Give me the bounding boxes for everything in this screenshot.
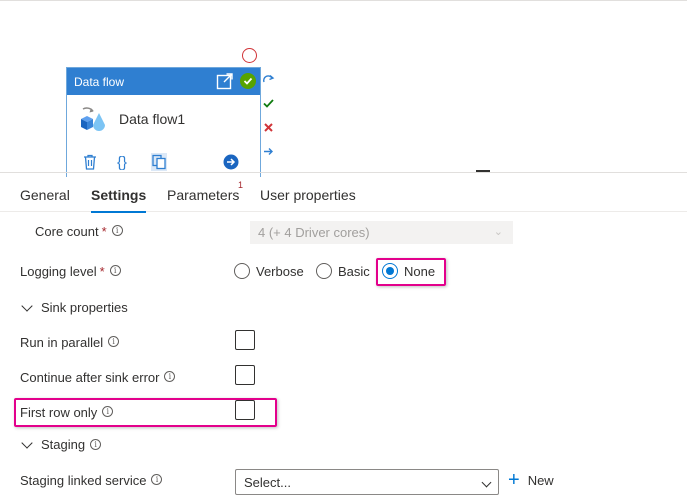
run-in-parallel-label: Run in parallel i	[20, 335, 120, 350]
tab-general[interactable]: General	[20, 187, 70, 211]
info-icon[interactable]: i	[109, 265, 121, 276]
annotation-highlight-first-row	[14, 398, 277, 427]
success-connector-icon[interactable]	[262, 97, 275, 110]
run-in-parallel-checkbox[interactable]	[235, 330, 255, 350]
logging-radio-basic[interactable]: Basic	[316, 263, 370, 279]
continue-after-sink-error-label: Continue after sink error i	[20, 370, 176, 385]
data-flow-icon	[81, 107, 105, 131]
status-success-icon	[240, 73, 256, 89]
new-linked-service-button[interactable]: + New	[508, 469, 554, 491]
pipeline-canvas[interactable]: Data flow Data flow1 {}	[0, 0, 687, 177]
info-icon[interactable]: i	[108, 336, 120, 347]
tab-settings[interactable]: Settings	[91, 187, 147, 213]
open-external-icon[interactable]	[216, 72, 234, 90]
core-count-label: Core count * i	[35, 224, 123, 239]
core-count-select: 4 (+ 4 Driver cores) ⌄	[250, 221, 513, 244]
tab-user-properties[interactable]: User properties	[260, 187, 356, 211]
navigate-arrow-icon[interactable]	[223, 153, 239, 171]
logging-radio-verbose[interactable]: Verbose	[234, 263, 304, 279]
skip-connector-icon[interactable]	[262, 73, 275, 86]
info-icon[interactable]: i	[151, 474, 163, 485]
chevron-down-icon	[21, 299, 33, 312]
logging-level-label: Logging level * i	[20, 264, 121, 279]
code-braces-icon[interactable]: {}	[117, 153, 127, 171]
radio-circle[interactable]	[234, 263, 250, 279]
node-toolbar: {}	[83, 153, 253, 173]
error-indicator-icon	[242, 48, 257, 63]
activity-name: Data flow1	[119, 111, 186, 127]
data-flow-activity-node[interactable]: Data flow Data flow1 {}	[66, 67, 261, 177]
info-icon[interactable]: i	[90, 439, 102, 450]
radio-circle[interactable]	[316, 263, 332, 279]
continue-after-sink-error-checkbox[interactable]	[235, 365, 255, 385]
tab-parameters[interactable]: Parameters	[167, 187, 239, 211]
properties-tabs: General Settings Parameters User propert…	[0, 172, 687, 213]
annotation-highlight-none	[376, 258, 446, 286]
node-header-title: Data flow	[74, 74, 125, 89]
failure-connector-icon[interactable]	[262, 121, 275, 134]
sink-properties-section[interactable]: Sink properties	[20, 299, 128, 315]
staging-linked-service-label: Staging linked service i	[20, 473, 163, 488]
info-icon[interactable]: i	[164, 371, 176, 382]
chevron-down-icon	[481, 477, 492, 488]
copy-icon[interactable]	[151, 153, 167, 171]
node-header: Data flow	[67, 68, 260, 95]
chevron-down-icon: ⌄	[493, 226, 503, 238]
delete-icon[interactable]	[83, 153, 97, 171]
parameters-badge: 1	[238, 180, 244, 190]
plus-icon: +	[508, 469, 520, 491]
staging-linked-service-dropdown[interactable]: Select...	[235, 469, 499, 495]
completion-connector-icon[interactable]	[262, 145, 275, 158]
staging-section[interactable]: Staging i	[20, 436, 102, 452]
chevron-down-icon	[21, 436, 33, 449]
info-icon[interactable]: i	[111, 225, 123, 236]
